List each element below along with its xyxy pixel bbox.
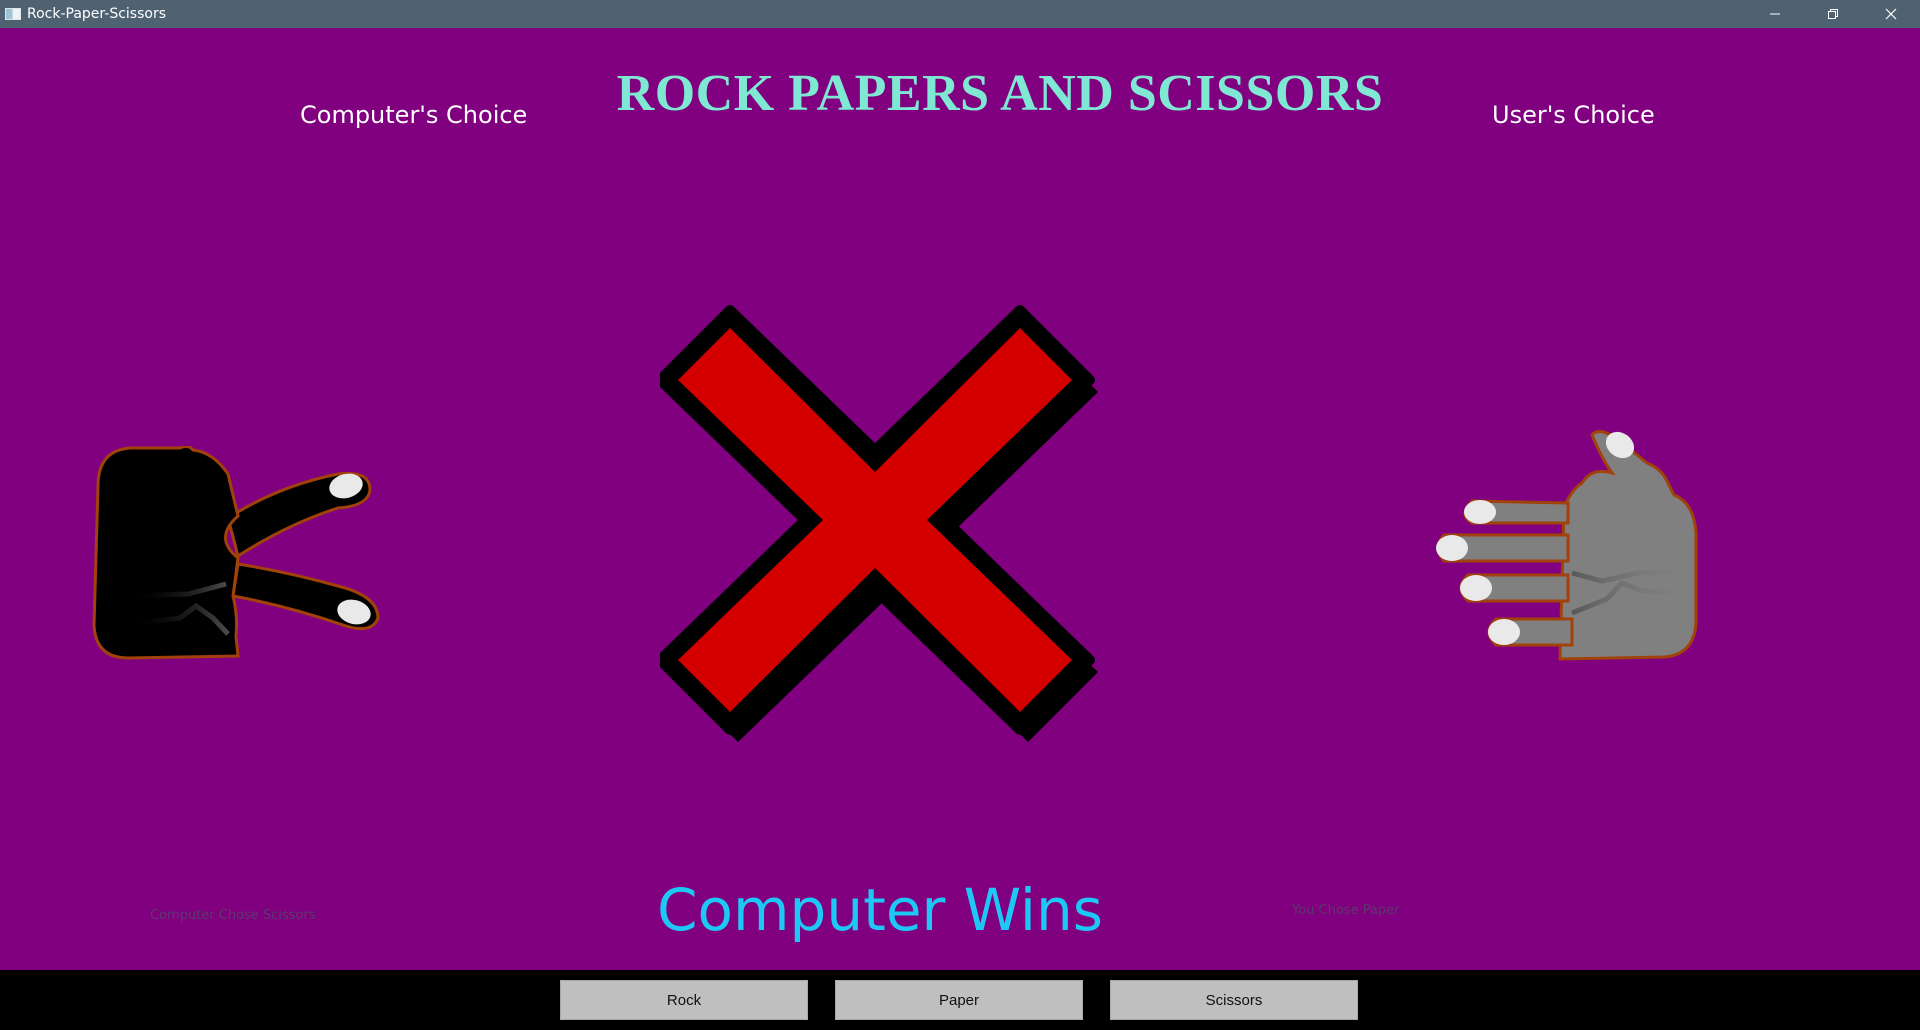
user-choice-heading: User's Choice: [1492, 101, 1655, 129]
restore-button[interactable]: [1804, 0, 1862, 28]
minimize-icon: [1770, 13, 1780, 15]
paper-button[interactable]: Paper: [835, 980, 1083, 1020]
computer-choice-heading: Computer's Choice: [300, 101, 528, 129]
title-bar[interactable]: Rock-Paper-Scissors: [0, 0, 1920, 28]
result-message: Computer Wins: [657, 876, 1103, 944]
scissors-button[interactable]: Scissors: [1110, 980, 1358, 1020]
window-app-icon: [5, 8, 21, 20]
game-area: ROCK PAPERS AND SCISSORS Computer's Choi…: [0, 28, 1920, 970]
window-controls: [1746, 0, 1920, 28]
rock-button[interactable]: Rock: [560, 980, 808, 1020]
user-choice-status: You Chose Paper: [1292, 903, 1400, 918]
app-window: Rock-Paper-Scissors ROCK PAPERS AND SCIS…: [0, 0, 1920, 1030]
close-icon: [1885, 8, 1897, 20]
close-button[interactable]: [1862, 0, 1920, 28]
computer-choice-status: Computer Chose Scissors: [150, 908, 316, 923]
paper-hand-icon: [1436, 429, 1698, 661]
scissors-hand-icon: [92, 446, 380, 660]
button-bar: Rock Paper Scissors: [0, 970, 1920, 1030]
restore-icon: [1828, 9, 1838, 19]
window-title: Rock-Paper-Scissors: [27, 6, 167, 22]
minimize-button[interactable]: [1746, 0, 1804, 28]
red-x-icon: [660, 305, 1098, 742]
game-title: ROCK PAPERS AND SCISSORS: [616, 65, 1384, 122]
